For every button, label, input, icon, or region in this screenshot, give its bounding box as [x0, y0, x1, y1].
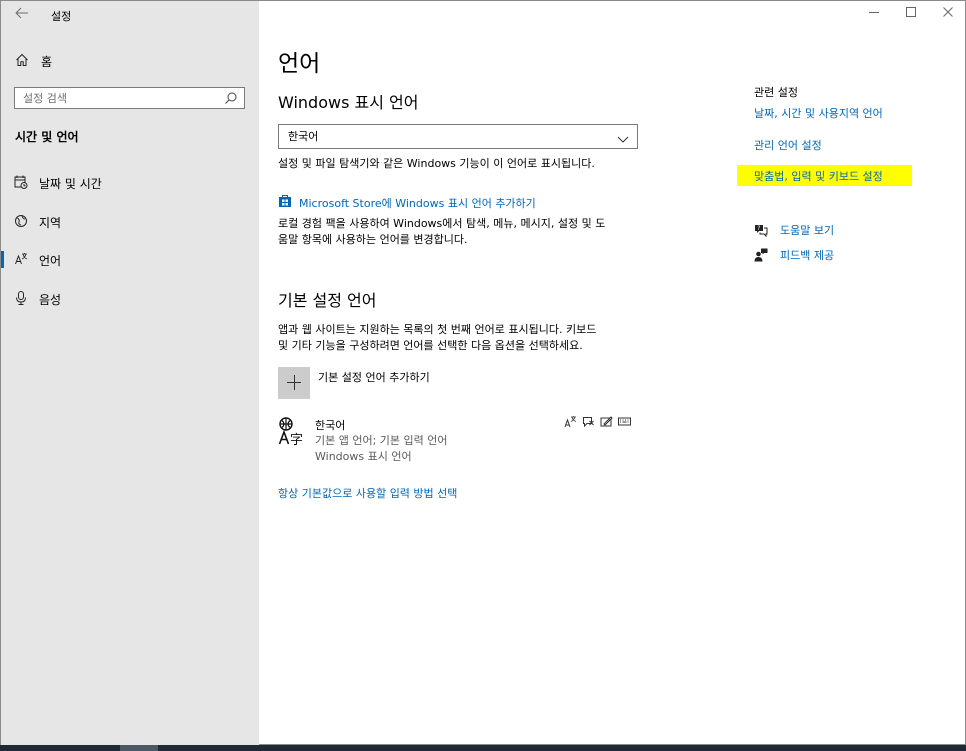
- store-link-label: Microsoft Store에 Windows 표시 언어 추가하기: [299, 196, 536, 210]
- default-input-method-link[interactable]: 항상 기본값으로 사용할 입력 방법 선택: [278, 486, 457, 502]
- spelling-typing-keyboard-link[interactable]: 맞춤법, 입력 및 키보드 설정: [754, 168, 883, 184]
- store-language-link[interactable]: Microsoft Store에 Windows 표시 언어 추가하기: [278, 194, 536, 211]
- sidebar-item-region[interactable]: 지역: [1, 206, 259, 236]
- local-experience-text-line2: 움말 항목에 사용하는 언어를 변경합니다.: [278, 233, 468, 246]
- sidebar-item-label: 날짜 및 시간: [39, 177, 102, 191]
- language-detail-1: 기본 앱 언어; 기본 입력 언어: [315, 434, 448, 447]
- taskbar: [0, 745, 966, 751]
- close-button[interactable]: [940, 6, 956, 21]
- home-nav-item[interactable]: 홈: [15, 53, 52, 70]
- sidebar-item-label: 지역: [39, 216, 62, 230]
- plus-icon: [278, 367, 310, 399]
- store-icon: [278, 194, 292, 211]
- preferred-description-line1: 앱과 웹 사이트는 지원하는 목록의 첫 번째 언어로 표시됩니다. 키보드: [278, 323, 597, 336]
- minimize-button[interactable]: [866, 6, 882, 21]
- display-language-select[interactable]: 한국어: [278, 124, 638, 149]
- home-label: 홈: [41, 55, 53, 69]
- language-detail-2: Windows 표시 언어: [315, 450, 412, 463]
- title-bar: 설정: [1, 1, 259, 31]
- svg-text:字: 字: [290, 433, 303, 447]
- language-icon: [14, 251, 28, 267]
- add-language-button[interactable]: 기본 설정 언어 추가하기: [278, 367, 430, 399]
- get-help-label: 도움말 보기: [780, 224, 835, 237]
- related-settings-title: 관련 설정: [754, 86, 798, 99]
- get-help-link[interactable]: ? 도움말 보기: [754, 222, 834, 238]
- settings-window: 설정 홈 시간 및 언어 날짜 및 시간 지역: [0, 0, 966, 745]
- preferred-description-line2: 및 기타 기능을 구성하려면 언어를 선택한 다음 옵션을 선택하세요.: [278, 339, 583, 352]
- admin-language-link[interactable]: 관리 언어 설정: [754, 137, 822, 153]
- sidebar-item-speech[interactable]: 음성: [1, 283, 259, 313]
- chevron-down-icon: [617, 130, 629, 143]
- local-experience-text-line1: 로컬 경험 팩을 사용하여 Windows에서 탐색, 메뉴, 메시지, 설정 …: [278, 217, 606, 230]
- sidebar-item-date-time[interactable]: 날짜 및 시간: [1, 167, 259, 197]
- language-glyph-icon: 字: [278, 417, 304, 448]
- add-language-label: 기본 설정 언어 추가하기: [318, 371, 430, 384]
- home-icon: [15, 53, 29, 70]
- maximize-button[interactable]: [903, 6, 919, 21]
- keyboard-feature-icon: [618, 415, 631, 428]
- sidebar-item-label: 언어: [39, 254, 62, 268]
- language-name: 한국어: [315, 419, 346, 432]
- app-title: 설정: [51, 10, 72, 23]
- language-features: [564, 415, 631, 428]
- language-list-item[interactable]: 字 한국어 기본 앱 언어; 기본 입력 언어 Windows 표시 언어: [278, 415, 638, 465]
- active-indicator: [1, 251, 4, 268]
- calendar-clock-icon: [14, 174, 28, 190]
- taskbar-item[interactable]: [120, 745, 158, 751]
- search-icon[interactable]: [224, 91, 238, 105]
- display-language-value: 한국어: [288, 130, 319, 143]
- section-title: 시간 및 언어: [15, 130, 79, 144]
- sidebar-item-label: 음성: [39, 293, 62, 307]
- display-language-description: 설정 및 파일 탐색기와 같은 Windows 기능이 이 언어로 표시됩니다.: [278, 157, 595, 170]
- page-title: 언어: [278, 51, 321, 77]
- speech-feature-icon: [582, 415, 595, 428]
- sidebar: 설정 홈 시간 및 언어 날짜 및 시간 지역: [1, 1, 259, 745]
- feedback-person-icon: [754, 248, 768, 262]
- globe-region-icon: [14, 213, 28, 229]
- handwriting-feature-icon: [600, 415, 613, 428]
- display-language-heading: Windows 표시 언어: [278, 93, 419, 112]
- search-box[interactable]: [14, 87, 245, 109]
- date-time-region-link[interactable]: 날짜, 시간 및 사용지역 언어: [754, 105, 883, 121]
- preferred-languages-heading: 기본 설정 언어: [278, 291, 377, 310]
- display-language-feature-icon: [564, 415, 577, 428]
- give-feedback-label: 피드백 제공: [780, 249, 835, 262]
- search-input[interactable]: [23, 91, 213, 105]
- back-arrow-icon[interactable]: [13, 7, 31, 23]
- sidebar-item-language[interactable]: 언어: [1, 244, 259, 274]
- microphone-icon: [14, 290, 28, 306]
- help-chat-icon: ?: [754, 223, 768, 238]
- give-feedback-link[interactable]: 피드백 제공: [754, 247, 834, 263]
- svg-text:?: ?: [757, 225, 760, 232]
